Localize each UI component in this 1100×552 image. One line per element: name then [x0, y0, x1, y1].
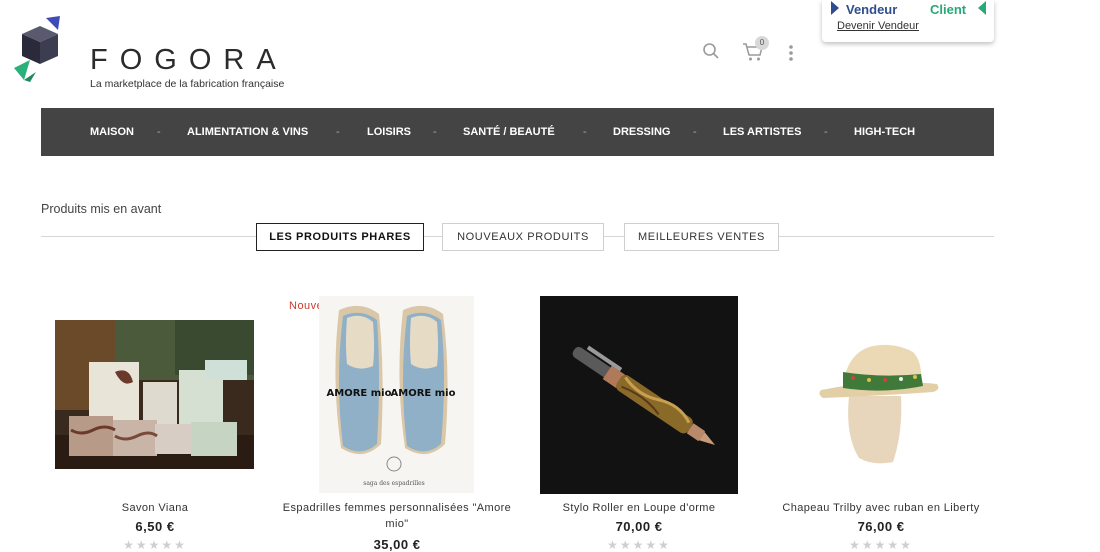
product-image-savon[interactable] — [55, 320, 254, 469]
nav-separator: - — [433, 126, 437, 138]
espadrille-brand: saga des espadrilles — [363, 480, 425, 487]
product-price: 76,00 € — [857, 519, 905, 534]
brand-name: FOGORA — [90, 44, 288, 76]
nav-separator: - — [583, 126, 587, 138]
nav-separator: - — [336, 126, 340, 138]
product-name[interactable]: Savon Viana — [35, 500, 275, 516]
nav-separator: - — [824, 126, 828, 138]
nav-item-high-tech[interactable]: HIGH-TECH — [854, 108, 915, 156]
more-vertical-icon[interactable] — [788, 44, 794, 67]
nav-item-loisirs[interactable]: LOISIRS — [367, 108, 411, 156]
espadrille-print: AMORE mio — [327, 388, 392, 399]
nav-item-dressing[interactable]: DRESSING — [613, 108, 670, 156]
product-name[interactable]: Stylo Roller en Loupe d'orme — [519, 500, 759, 516]
client-link[interactable]: Client — [930, 2, 966, 17]
product-price: 70,00 € — [615, 519, 663, 534]
main-nav: MAISON - ALIMENTATION & VINS - LOISIRS -… — [41, 108, 994, 156]
nav-item-alimentation[interactable]: ALIMENTATION & VINS — [187, 108, 308, 156]
vendeur-link[interactable]: Vendeur — [846, 2, 897, 17]
nav-separator: - — [693, 126, 697, 138]
logo-cube-icon — [14, 16, 60, 82]
cart-count-badge: 0 — [755, 36, 769, 50]
tab-meilleures-ventes[interactable]: MEILLEURES VENTES — [624, 223, 779, 251]
devenir-vendeur-link[interactable]: Devenir Vendeur — [837, 20, 919, 32]
section-title: Produits mis en avant — [41, 202, 162, 216]
product-image-stylo[interactable] — [540, 296, 738, 494]
nav-item-sante-beaute[interactable]: SANTÉ / BEAUTÉ — [463, 108, 555, 156]
product-image-chapeau[interactable] — [781, 296, 981, 494]
tab-nouveaux-produits[interactable]: NOUVEAUX PRODUITS — [442, 223, 604, 251]
espadrille-print: AMORE mio — [391, 388, 456, 399]
tab-produits-phares[interactable]: LES PRODUITS PHARES — [256, 223, 424, 251]
nav-item-les-artistes[interactable]: LES ARTISTES — [723, 108, 801, 156]
nav-item-maison[interactable]: MAISON — [90, 108, 134, 156]
client-arrow-icon — [978, 1, 986, 15]
user-mode-box: Vendeur Client Devenir Vendeur — [822, 0, 994, 42]
product-price: 6,50 € — [135, 519, 175, 534]
site-logo[interactable]: FOGORA La marketplace de la fabrication … — [12, 16, 302, 90]
vendeur-arrow-icon — [831, 1, 839, 15]
nav-separator: - — [157, 126, 161, 138]
brand-tagline: La marketplace de la fabrication françai… — [90, 78, 285, 90]
product-name[interactable]: Espadrilles femmes personnalisées "Amore… — [277, 500, 517, 532]
product-name[interactable]: Chapeau Trilby avec ruban en Liberty — [761, 500, 1001, 516]
product-image-espadrilles[interactable]: AMORE mio AMORE mio saga des espadrilles — [319, 296, 474, 493]
search-icon[interactable] — [702, 42, 720, 65]
